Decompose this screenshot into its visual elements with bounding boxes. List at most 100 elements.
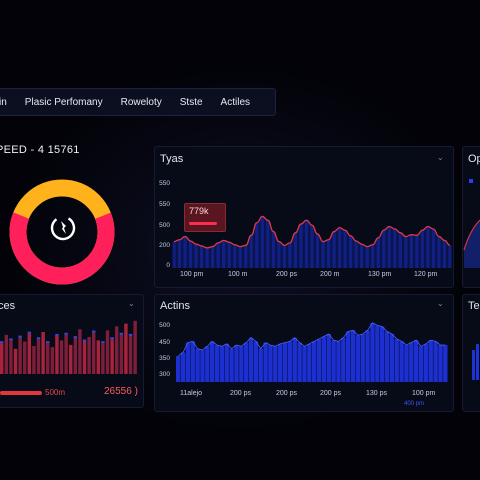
tyas-xtick: 100 m bbox=[228, 271, 248, 278]
actins-bar bbox=[399, 341, 404, 382]
speed-title: PEED - 4 15761 bbox=[0, 144, 80, 156]
ces-bar bbox=[87, 337, 91, 374]
ces-bar bbox=[110, 339, 114, 374]
ces-bar bbox=[128, 335, 133, 374]
actins-bar bbox=[219, 346, 225, 382]
ces-bar bbox=[9, 340, 13, 374]
actins-bar bbox=[341, 337, 346, 382]
actins-bar bbox=[214, 345, 220, 382]
actins-bar bbox=[423, 343, 429, 382]
ces-bar bbox=[133, 320, 137, 374]
ces-bar-cap bbox=[119, 332, 124, 335]
ces-bar-cap bbox=[128, 333, 133, 336]
tooltip-value: 779k bbox=[189, 206, 209, 216]
actins-bar bbox=[326, 334, 331, 382]
actins-bar bbox=[253, 341, 259, 382]
nav-item-plasic-perfomany[interactable]: Plasic Perfomany bbox=[25, 97, 103, 108]
tyas-xtick: 100 pm bbox=[180, 271, 204, 278]
actins-bar bbox=[438, 345, 443, 382]
tyas-ytick: 500 bbox=[159, 222, 170, 229]
ces-bar-cap bbox=[92, 330, 96, 333]
ces-bar bbox=[0, 343, 4, 374]
ces-bar bbox=[59, 340, 64, 374]
ces-footer-right: 26556 ) bbox=[104, 386, 138, 397]
ces-bar bbox=[69, 344, 73, 374]
actins-bar bbox=[244, 342, 249, 382]
actins-bar bbox=[443, 345, 448, 382]
ces-bar-cap bbox=[110, 337, 114, 340]
ces-bar bbox=[41, 332, 45, 374]
tyas-xtick: 200 ps bbox=[276, 271, 298, 278]
actins-xtick: 130 ps bbox=[366, 390, 388, 397]
ces-bar-cap bbox=[55, 333, 59, 336]
ces-bar bbox=[55, 335, 59, 374]
actins-bar bbox=[321, 336, 327, 382]
actins-bar bbox=[268, 345, 273, 382]
op-area-fragment bbox=[463, 219, 480, 268]
ces-bar-cap bbox=[101, 341, 105, 344]
actins-bar bbox=[190, 341, 195, 382]
tooltip-bar bbox=[189, 222, 217, 225]
ces-bar-cap bbox=[9, 338, 13, 341]
tyas-ytick: 0 bbox=[166, 262, 170, 269]
ces-bar-cap bbox=[82, 339, 87, 342]
actins-bar bbox=[307, 343, 312, 382]
ces-bar bbox=[13, 348, 18, 374]
actins-bar bbox=[302, 346, 307, 382]
ces-bar bbox=[27, 333, 32, 374]
actins-bar bbox=[278, 343, 283, 382]
actins-ytick: 350 bbox=[159, 355, 170, 362]
actins-bar bbox=[292, 337, 297, 382]
actins-bar-chart bbox=[176, 322, 448, 382]
ces-bar bbox=[115, 326, 119, 374]
tyas-xtick: 130 pm bbox=[368, 271, 392, 278]
actins-xtick: 200 ps bbox=[276, 390, 298, 397]
ces-bar-cap bbox=[46, 341, 50, 344]
nav-item-roweloty[interactable]: Roweloty bbox=[121, 97, 162, 108]
chevron-down-icon[interactable]: ⌄ bbox=[128, 299, 135, 308]
tyas-ytick: 200 bbox=[159, 242, 170, 249]
ces-bar bbox=[36, 339, 41, 374]
chevron-down-icon[interactable]: ⌄ bbox=[437, 153, 444, 162]
nav-item-in[interactable]: in bbox=[0, 97, 7, 108]
ces-bar bbox=[23, 341, 27, 374]
actins-bar bbox=[355, 335, 361, 382]
actins-bar bbox=[336, 341, 341, 382]
te-title: Te bbox=[468, 300, 480, 312]
nav-item-actiles[interactable]: Actiles bbox=[221, 97, 250, 108]
tyas-ytick: 550 bbox=[159, 180, 170, 187]
actins-bar bbox=[200, 350, 205, 382]
ces-bar bbox=[119, 334, 124, 374]
ces-bar bbox=[82, 341, 87, 374]
ces-bar bbox=[50, 347, 55, 374]
ces-bar-cap bbox=[0, 341, 4, 344]
actins-bar bbox=[418, 346, 424, 382]
ces-progress-track bbox=[0, 391, 42, 395]
gauge-logo-icon bbox=[49, 214, 77, 242]
ces-bar bbox=[18, 337, 22, 374]
actins-bar bbox=[282, 342, 288, 382]
actins-bar bbox=[258, 348, 263, 382]
actins-ytick: 450 bbox=[159, 339, 170, 346]
actins-ytick: 300 bbox=[159, 371, 170, 378]
actins-bar bbox=[433, 341, 438, 382]
actins-bar bbox=[346, 331, 351, 382]
ces-bar-cap bbox=[73, 336, 78, 339]
top-nav: in Plasic Perfomany Roweloty Stste Actil… bbox=[0, 88, 276, 116]
ces-bar bbox=[92, 332, 96, 374]
actins-bar bbox=[180, 352, 186, 382]
actins-bar bbox=[414, 340, 419, 382]
actins-bar bbox=[234, 345, 239, 382]
ces-bar bbox=[73, 338, 78, 374]
actins-bar bbox=[365, 330, 370, 382]
actins-bar bbox=[389, 334, 395, 382]
ces-bar bbox=[46, 343, 50, 374]
tyas-ytick: 550 bbox=[159, 201, 170, 208]
ces-bar bbox=[32, 346, 36, 374]
op-title: Op bbox=[468, 153, 480, 165]
actins-footer: 400 pm bbox=[404, 401, 425, 407]
actins-bar bbox=[224, 343, 229, 382]
actins-ytick: 500 bbox=[159, 322, 170, 329]
actins-bar bbox=[195, 348, 200, 382]
nav-item-stste[interactable]: Stste bbox=[180, 97, 203, 108]
